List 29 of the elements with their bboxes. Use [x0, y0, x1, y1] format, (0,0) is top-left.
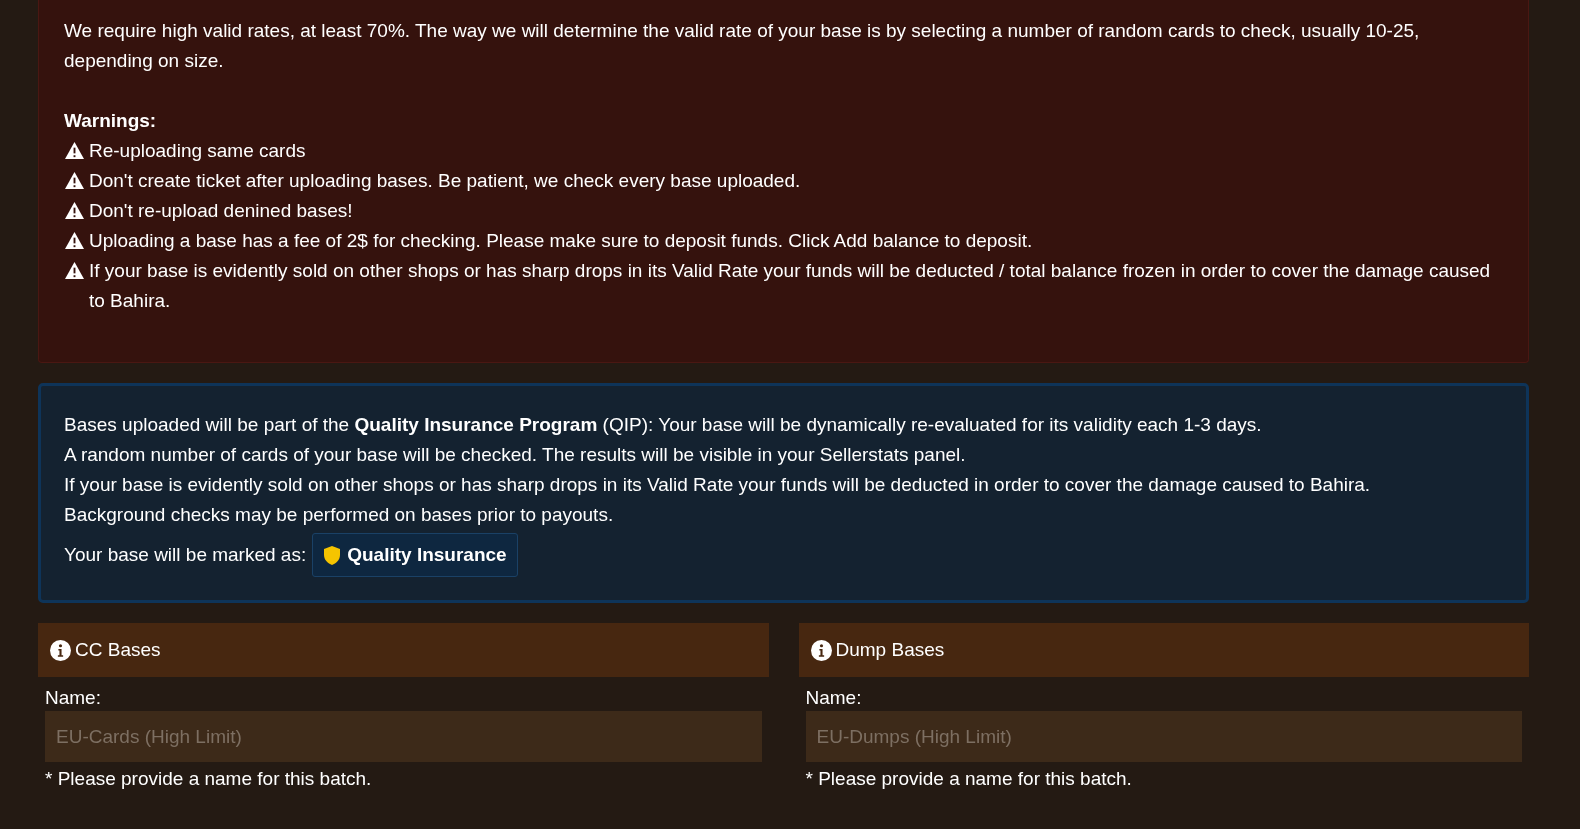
info-icon	[810, 639, 832, 661]
field-label: Name:	[45, 686, 102, 710]
section-header: CC Bases	[38, 623, 769, 677]
warning-text: Uploading a base has a fee of 2$ for checking. Please make sure to deposit funds. Click Add balance to deposit.	[89, 229, 1033, 253]
warning-text: If your base is evidently sold on other shops or has sharp drops in its Valid Rate your funds will be deducted / total balance frozen in order to cover the damage caused to Bahira.	[89, 259, 1492, 313]
warning-icon	[64, 231, 85, 250]
hint-text: * Please provide a name for this batch.	[45, 767, 373, 791]
warning-icon	[64, 141, 85, 160]
warning-icon	[64, 171, 85, 190]
intro-text: We require high valid rates, at least 70%. The way we will determine the valid rate of your base is by selecting a number of random cards to check, usually 10-25, depending on size.	[64, 19, 1421, 73]
info-text: Background checks may be performed on bases prior to payouts.	[64, 503, 615, 527]
info-icon	[50, 639, 71, 661]
quality-badge: Quality Insurance	[312, 533, 518, 577]
name-field[interactable]: EU-Cards (High Limit)	[45, 711, 762, 762]
warning-text: Don't create ticket after uploading bases. Be patient, we check every base uploaded.	[89, 169, 801, 193]
warnings-heading: Warnings:	[64, 109, 158, 133]
info-text: If your base is evidently sold on other shops or has sharp drops in its Valid Rate your funds will be deducted in order to cover the damage caused to Bahira.	[64, 473, 1372, 497]
info-text: A random number of cards of your base will be checked. The results will be visible in your Sellerstats panel.	[64, 443, 967, 467]
marked-label: Your base will be marked as:	[64, 543, 307, 567]
shield-icon	[323, 544, 342, 566]
warning-icon	[64, 261, 85, 280]
warning-text: Don't re-upload denined bases!	[89, 199, 353, 223]
warning-text: Re-uploading same cards	[89, 139, 306, 163]
name-field[interactable]: EU-Dumps (High Limit)	[805, 711, 1522, 762]
section-header: Dump Bases	[798, 623, 1529, 677]
info-text: Bases uploaded will be part of the Quality Insurance Program (QIP): Your base will be dynamically re-evaluated for its validity each 1-3 days.	[64, 413, 1263, 437]
warning-icon	[64, 201, 85, 220]
field-label: Name:	[805, 686, 863, 710]
hint-text: * Please provide a name for this batch.	[805, 767, 1133, 791]
